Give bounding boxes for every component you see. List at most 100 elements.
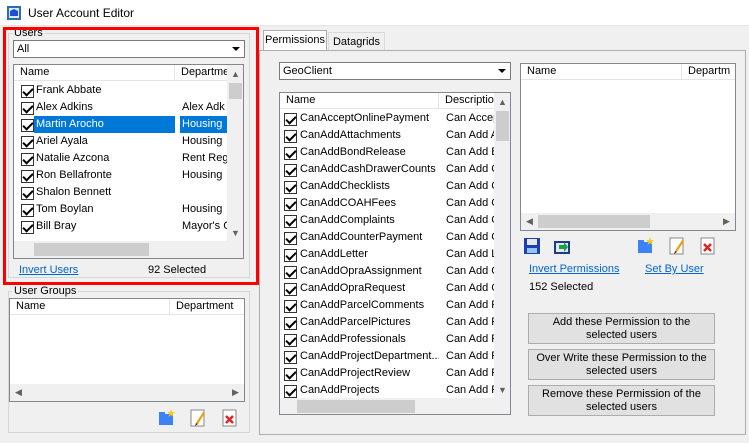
permission-checkbox[interactable] [284, 164, 297, 177]
permission-description: Can Add F [446, 367, 494, 379]
scroll-up-icon[interactable]: ▲ [494, 93, 510, 110]
permission-row[interactable]: CanAddAttachments Can Add A [280, 127, 494, 144]
edit-icon [669, 237, 684, 255]
permission-description: Can Add C [446, 231, 494, 243]
permission-description: Can Add C [446, 163, 494, 175]
new-folder-icon [159, 409, 175, 425]
overwrite-permissions-button[interactable]: Over Write these Permission to the selec… [528, 349, 715, 380]
module-combo[interactable]: GeoClient [279, 62, 511, 80]
user-groups-label: User Groups [12, 285, 79, 297]
user-groups-col-department[interactable]: Department [170, 299, 244, 315]
permission-row[interactable]: CanAddChecklists Can Add C [280, 178, 494, 195]
permissions-vscroll[interactable]: ▲ ▼ [494, 93, 510, 398]
permission-checkbox[interactable] [284, 215, 297, 228]
invert-permissions-link[interactable]: Invert Permissions [529, 263, 619, 275]
permission-description: Can Add A [446, 129, 494, 141]
permission-row[interactable]: CanAddProjectReview Can Add F [280, 365, 494, 382]
scroll-right-icon[interactable]: ▶ [718, 213, 735, 230]
save-icon [524, 238, 540, 254]
permission-row[interactable]: CanAddLetter Can Add L [280, 246, 494, 263]
set-by-user-link[interactable]: Set By User [645, 263, 704, 275]
permission-name: CanAddChecklists [300, 180, 390, 192]
permissions-col-description[interactable]: Descriptio [439, 93, 499, 109]
permission-row[interactable]: CanAddCOAHFees Can Add C [280, 195, 494, 212]
permission-checkbox[interactable] [284, 181, 297, 194]
permission-name: CanAddBondRelease [300, 146, 406, 158]
load-button[interactable] [552, 236, 572, 256]
user-groups-hscroll[interactable]: ◀ ▶ [10, 384, 244, 401]
permissions-hscroll-thumb[interactable] [297, 400, 415, 413]
permission-row[interactable]: CanAddProjectDepartment... Can Add F [280, 348, 494, 365]
save-button[interactable] [522, 236, 542, 256]
permission-checkbox[interactable] [284, 198, 297, 211]
chevron-down-icon[interactable] [493, 63, 510, 79]
scroll-left-icon[interactable]: ◀ [10, 384, 27, 401]
permission-checkbox[interactable] [284, 283, 297, 296]
permissions-list[interactable]: Name Descriptio CanAcceptOnlinePayment Ca… [279, 92, 511, 415]
permission-checkbox[interactable] [284, 130, 297, 143]
permission-row[interactable]: CanAddParcelComments Can Add F [280, 297, 494, 314]
permission-checkbox[interactable] [284, 334, 297, 347]
permission-users-col-name[interactable]: Name [521, 64, 682, 80]
permission-checkbox[interactable] [284, 351, 297, 364]
user-groups-col-name[interactable]: Name [10, 299, 170, 315]
permission-checkbox[interactable] [284, 113, 297, 126]
add-permission-set-button[interactable] [636, 236, 656, 256]
permissions-vscroll-thumb[interactable] [496, 111, 509, 141]
permission-row[interactable]: CanAddParcelPictures Can Add F [280, 314, 494, 331]
delete-permission-set-button[interactable] [698, 236, 718, 256]
permission-row[interactable]: CanAddBondRelease Can Add B [280, 144, 494, 161]
permission-description: Can Add B [446, 146, 494, 158]
delete-group-button[interactable] [220, 408, 240, 428]
new-folder-icon [638, 237, 654, 253]
permission-row[interactable]: CanAddOpraRequest Can Add C [280, 280, 494, 297]
permission-checkbox[interactable] [284, 385, 297, 398]
permission-description: Can Add C [446, 214, 494, 226]
permission-users-col-department[interactable]: Departm [682, 64, 735, 80]
scroll-left-icon[interactable]: ◀ [521, 213, 538, 230]
remove-permissions-button[interactable]: Remove these Permission of the selected … [528, 385, 715, 416]
permissions-col-name[interactable]: Name [280, 93, 439, 109]
permission-row[interactable]: CanAddCashDrawerCounts Can Add C [280, 161, 494, 178]
module-value: GeoClient [283, 65, 332, 77]
permission-checkbox[interactable] [284, 266, 297, 279]
permission-checkbox[interactable] [284, 368, 297, 381]
permission-description: Can Add C [446, 180, 494, 192]
permission-row[interactable]: CanAddCounterPayment Can Add C [280, 229, 494, 246]
permission-name: CanAddComplaints [300, 214, 395, 226]
permissions-hscroll[interactable] [280, 398, 510, 414]
permission-checkbox[interactable] [284, 147, 297, 160]
permission-checkbox[interactable] [284, 300, 297, 313]
permission-description: Can Add C [446, 265, 494, 277]
add-permissions-button[interactable]: Add these Permission to the selected use… [528, 313, 715, 344]
permission-description: Can Add F [446, 299, 494, 311]
permission-description: Can Accep [446, 112, 494, 124]
permission-users-hscroll[interactable]: ◀ ▶ [521, 213, 735, 230]
permission-description: Can Add F [446, 384, 494, 396]
permission-row[interactable]: CanAddProjects Can Add F [280, 382, 494, 399]
permission-row[interactable]: CanAcceptOnlinePayment Can Accep [280, 110, 494, 127]
add-group-button[interactable] [157, 408, 177, 428]
permission-row[interactable]: CanAddComplaints Can Add C [280, 212, 494, 229]
tab-datagrids[interactable]: Datagrids [328, 32, 385, 52]
edit-permission-set-button[interactable] [667, 236, 687, 256]
user-groups-header: Name Department [10, 299, 244, 315]
permission-users-list[interactable]: Name Departm ◀ ▶ [520, 63, 736, 231]
user-groups-list[interactable]: Name Department ◀ ▶ [9, 298, 245, 402]
permission-checkbox[interactable] [284, 232, 297, 245]
edit-group-button[interactable] [188, 408, 208, 428]
permission-name: CanAddCounterPayment [300, 231, 423, 243]
window-title: User Account Editor [28, 6, 135, 20]
permission-users-hscroll-thumb[interactable] [538, 215, 650, 228]
permission-description: Can Add F [446, 333, 494, 345]
permission-description: Can Add F [446, 350, 494, 362]
permission-name: CanAddCOAHFees [300, 197, 396, 209]
permission-name: CanAddCashDrawerCounts [300, 163, 436, 175]
permission-row[interactable]: CanAddProfessionals Can Add F [280, 331, 494, 348]
tab-permissions[interactable]: Permissions [263, 30, 327, 52]
scroll-right-icon[interactable]: ▶ [227, 384, 244, 401]
permission-row[interactable]: CanAddOpraAssignment Can Add C [280, 263, 494, 280]
permission-checkbox[interactable] [284, 249, 297, 262]
permission-checkbox[interactable] [284, 317, 297, 330]
scroll-down-icon[interactable]: ▼ [494, 381, 510, 398]
